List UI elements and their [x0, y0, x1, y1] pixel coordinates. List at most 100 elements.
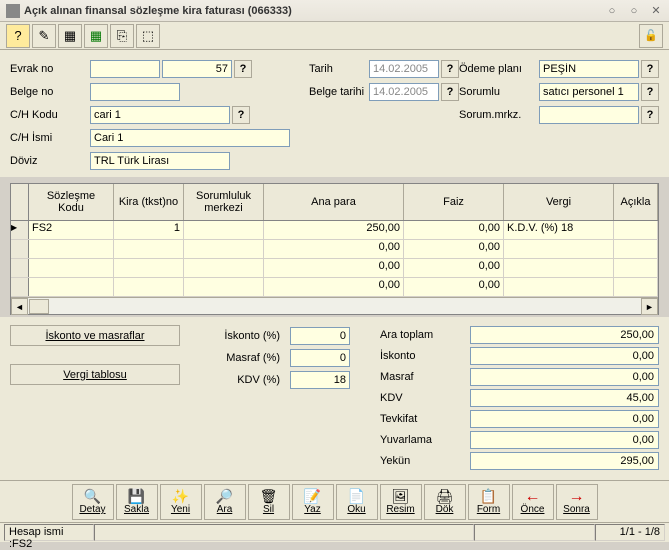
col-vergi[interactable]: Vergi [504, 184, 614, 220]
yuvarlama-value: 0,00 [470, 431, 659, 449]
cell-sorumluluk[interactable] [184, 240, 264, 258]
iskonto-pct-input[interactable] [290, 327, 350, 345]
ara-toplam-value: 250,00 [470, 326, 659, 344]
lock-icon[interactable]: 🔓 [639, 24, 663, 48]
tool-icon-5[interactable]: ⬚ [136, 24, 160, 48]
image-icon: 🖼 [392, 488, 410, 504]
tarih-help[interactable]: ? [441, 60, 459, 78]
tool-icon-2[interactable]: ▦ [58, 24, 82, 48]
cell-anapara[interactable]: 0,00 [264, 278, 404, 296]
belge-tarihi-input[interactable] [369, 83, 439, 101]
scroll-right-icon[interactable]: ► [641, 298, 658, 315]
excel-icon[interactable]: ▦ [84, 24, 108, 48]
help-icon[interactable]: ? [6, 24, 30, 48]
iskonto-masraflar-button[interactable]: İskonto ve masraflar [10, 325, 180, 346]
cell-vergi[interactable]: K.D.V. (%) 18 [504, 221, 614, 239]
ch-kodu-help[interactable]: ? [232, 106, 250, 124]
belge-no-input[interactable] [90, 83, 180, 101]
ch-ismi-input[interactable] [90, 129, 290, 147]
cell-aciklama[interactable] [614, 240, 658, 258]
data-grid: Sözleşme Kodu Kira (tkst)no Sorumluluk m… [10, 183, 659, 315]
cell-sozlesme[interactable] [29, 259, 114, 277]
grid-scrollbar[interactable]: ◄ ► [11, 297, 658, 314]
masraf-pct-input[interactable] [290, 349, 350, 367]
resim-button[interactable]: 🖼Resim [380, 484, 422, 520]
cell-aciklama[interactable] [614, 259, 658, 277]
odeme-plani-label: Ödeme planı [459, 63, 539, 75]
sil-button[interactable]: 🗑Sil [248, 484, 290, 520]
oku-button[interactable]: 📄Oku [336, 484, 378, 520]
cell-anapara[interactable]: 0,00 [264, 240, 404, 258]
action-toolbar: 🔍Detay 💾Sakla ✨Yeni 🔎Ara 🗑Sil 📝Yaz 📄Oku … [0, 480, 669, 522]
evrak-no-input[interactable] [162, 60, 232, 78]
tool-icon-4[interactable]: ⎘ [110, 24, 134, 48]
detay-button[interactable]: 🔍Detay [72, 484, 114, 520]
cell-vergi[interactable] [504, 240, 614, 258]
cell-vergi[interactable] [504, 278, 614, 296]
col-sorumluluk[interactable]: Sorumluluk merkezi [184, 184, 264, 220]
sorumlu-help[interactable]: ? [641, 83, 659, 101]
col-aciklama[interactable]: Açıkla [614, 184, 658, 220]
maximize-button[interactable]: ○ [627, 4, 641, 18]
cell-kira[interactable] [114, 278, 184, 296]
cell-aciklama[interactable] [614, 278, 658, 296]
col-faiz[interactable]: Faiz [404, 184, 504, 220]
sorumlu-input[interactable] [539, 83, 639, 101]
cell-sorumluluk[interactable] [184, 259, 264, 277]
form-button[interactable]: 📋Form [468, 484, 510, 520]
tool-icon-1[interactable]: ✎ [32, 24, 56, 48]
evrak-no-help[interactable]: ? [234, 60, 252, 78]
sakla-button[interactable]: 💾Sakla [116, 484, 158, 520]
table-row[interactable]: 0,000,00 [11, 278, 658, 297]
ara-button[interactable]: 🔎Ara [204, 484, 246, 520]
tarih-input[interactable] [369, 60, 439, 78]
dok-button[interactable]: 🖨Dök [424, 484, 466, 520]
minimize-button[interactable]: ○ [605, 4, 619, 18]
odeme-plani-help[interactable]: ? [641, 60, 659, 78]
belge-tarihi-help[interactable]: ? [441, 83, 459, 101]
table-row[interactable]: 0,000,00 [11, 240, 658, 259]
col-anapara[interactable]: Ana para [264, 184, 404, 220]
cell-faiz[interactable]: 0,00 [404, 221, 504, 239]
col-sozlesme[interactable]: Sözleşme Kodu [29, 184, 114, 220]
table-row[interactable]: 0,000,00 [11, 259, 658, 278]
app-icon [6, 4, 20, 18]
sorum-mrkz-help[interactable]: ? [641, 106, 659, 124]
cell-sozlesme[interactable] [29, 278, 114, 296]
cell-sozlesme[interactable]: FS2 [29, 221, 114, 239]
cell-faiz[interactable]: 0,00 [404, 259, 504, 277]
yaz-button[interactable]: 📝Yaz [292, 484, 334, 520]
evrak-no-prefix[interactable] [90, 60, 160, 78]
cell-kira[interactable] [114, 240, 184, 258]
cell-faiz[interactable]: 0,00 [404, 278, 504, 296]
cell-aciklama[interactable] [614, 221, 658, 239]
kdv-pct-input[interactable] [290, 371, 350, 389]
cell-faiz[interactable]: 0,00 [404, 240, 504, 258]
col-kira[interactable]: Kira (tkst)no [114, 184, 184, 220]
table-row[interactable]: FS21 250,000,00K.D.V. (%) 18 [11, 221, 658, 240]
scroll-left-icon[interactable]: ◄ [11, 298, 28, 315]
once-button[interactable]: ←Önce [512, 484, 554, 520]
cell-sorumluluk[interactable] [184, 221, 264, 239]
doviz-label: Döviz [10, 155, 90, 167]
grid-header: Sözleşme Kodu Kira (tkst)no Sorumluluk m… [11, 184, 658, 221]
sonra-button[interactable]: →Sonra [556, 484, 598, 520]
masraf-value: 0,00 [470, 368, 659, 386]
scroll-thumb[interactable] [29, 299, 49, 314]
tarih-label: Tarih [309, 63, 369, 75]
sorum-mrkz-input[interactable] [539, 106, 639, 124]
cell-kira[interactable] [114, 259, 184, 277]
doviz-input[interactable] [90, 152, 230, 170]
cell-sorumluluk[interactable] [184, 278, 264, 296]
cell-vergi[interactable] [504, 259, 614, 277]
yeni-button[interactable]: ✨Yeni [160, 484, 202, 520]
close-button[interactable]: ✕ [649, 4, 663, 18]
cell-kira[interactable]: 1 [114, 221, 184, 239]
yekun-value: 295,00 [470, 452, 659, 470]
cell-anapara[interactable]: 250,00 [264, 221, 404, 239]
cell-anapara[interactable]: 0,00 [264, 259, 404, 277]
odeme-plani-input[interactable] [539, 60, 639, 78]
ch-kodu-input[interactable] [90, 106, 230, 124]
vergi-tablosu-button[interactable]: Vergi tablosu [10, 364, 180, 385]
cell-sozlesme[interactable] [29, 240, 114, 258]
